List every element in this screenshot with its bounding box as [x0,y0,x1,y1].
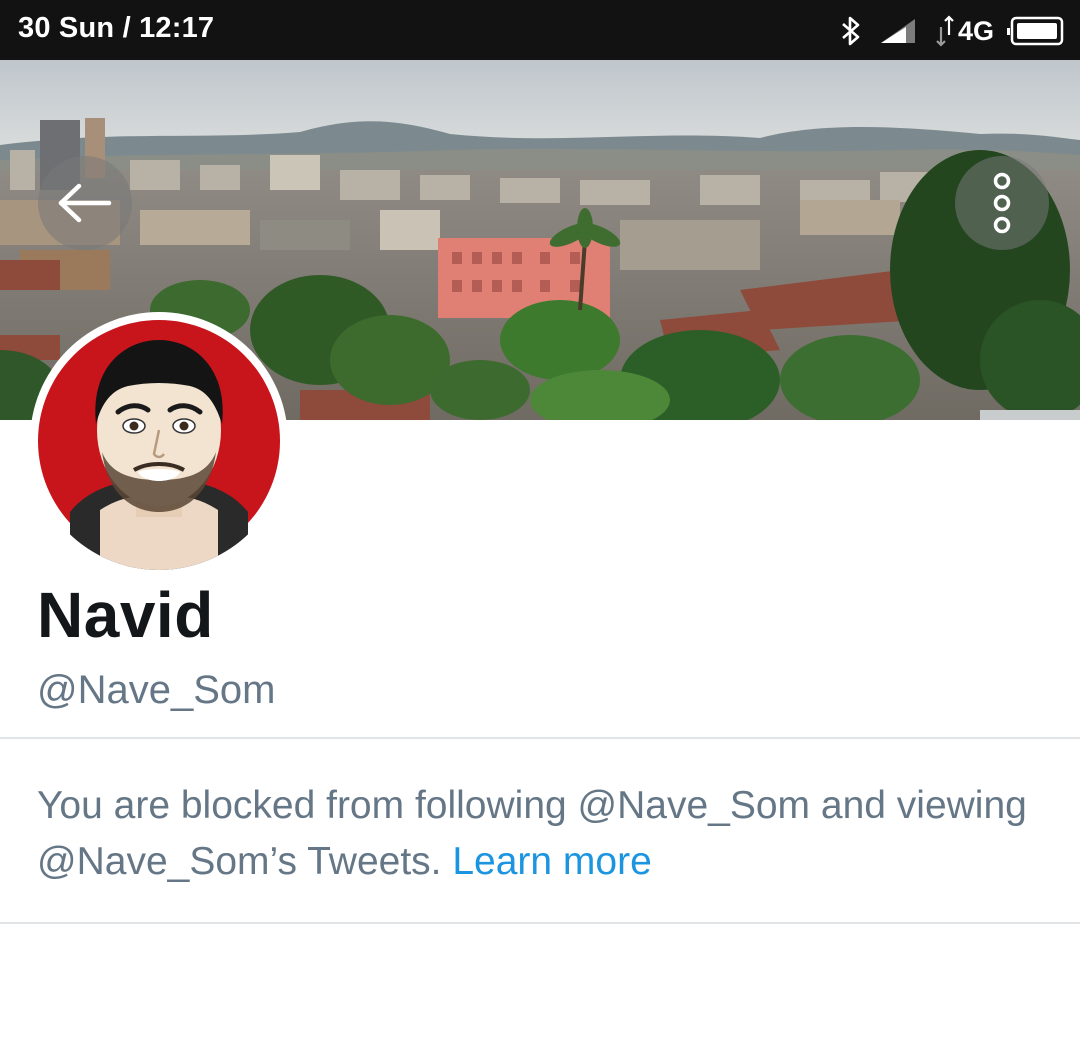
network-type-label: 4G [957,15,994,46]
arrow-left-icon [58,183,112,223]
status-icons: 4G [840,12,1064,50]
status-time: 12:17 [139,12,215,44]
battery-icon [1006,16,1064,46]
learn-more-link[interactable]: Learn more [452,840,651,883]
more-vertical-icon [993,172,1011,234]
status-separator: / [122,12,131,44]
back-button[interactable] [38,156,132,250]
status-date: 30 Sun [18,12,115,44]
status-datetime: 30 Sun / 12:17 [18,12,214,45]
divider [0,922,1080,924]
profile-avatar[interactable] [30,312,288,570]
profile-handle: @Nave_Som [37,668,276,712]
profile-screen: 30 Sun / 12:17 4G Navid @Nave_Som You ar… [0,0,1080,1039]
more-options-button[interactable] [955,156,1049,250]
blocked-notice: You are blocked from following @Nave_Som… [37,778,1047,890]
data-arrows-icon [936,15,954,47]
status-bar: 30 Sun / 12:17 4G [0,0,1080,60]
profile-display-name: Navid [37,579,214,651]
signal-icon [880,18,916,44]
bluetooth-icon [840,15,862,47]
divider [0,737,1080,739]
